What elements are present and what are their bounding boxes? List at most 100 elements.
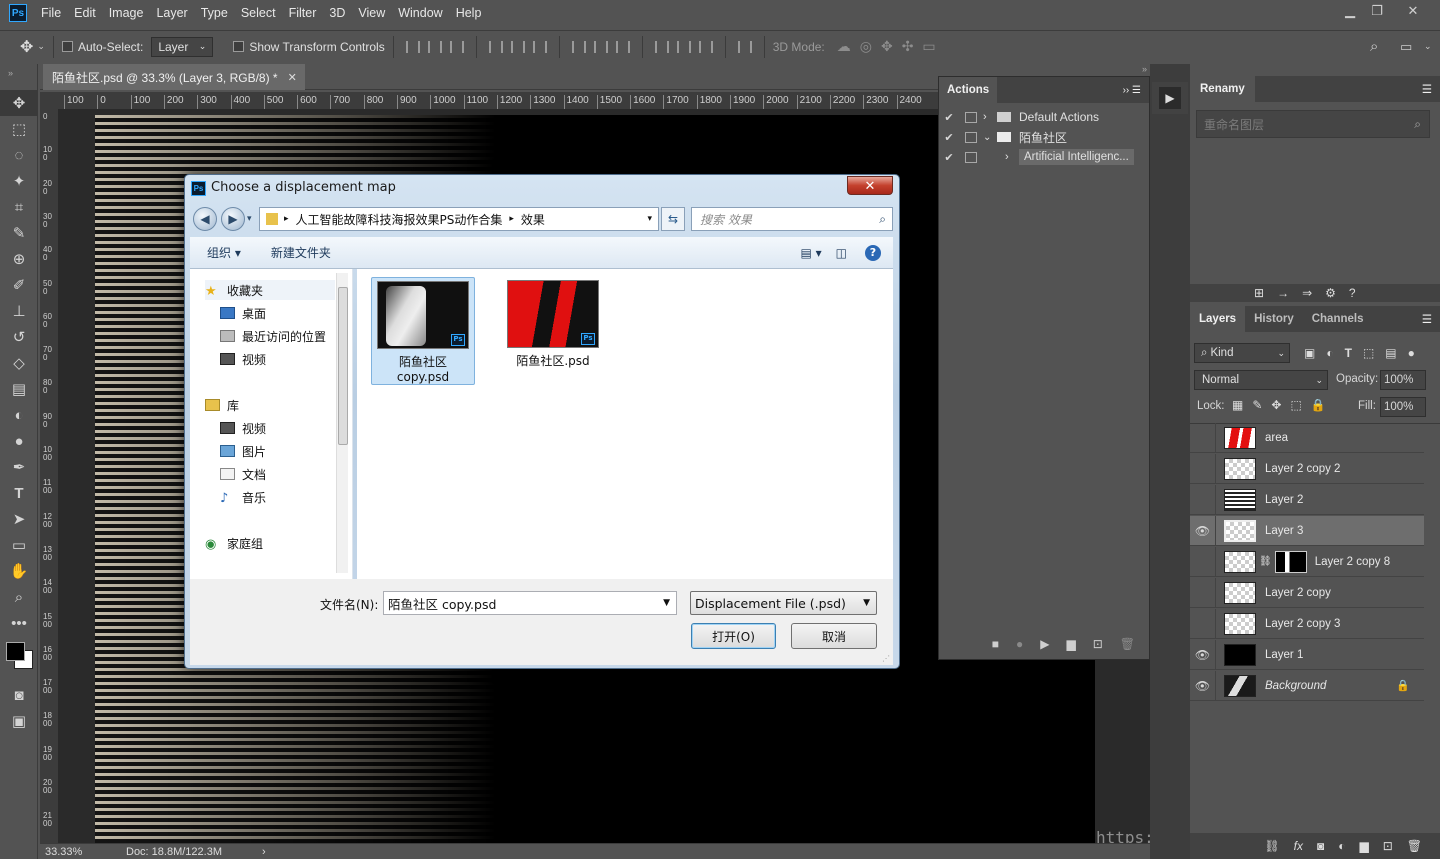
screen-mode-icon[interactable]: ▣ — [0, 708, 38, 734]
eraser-icon[interactable]: ◇ — [0, 350, 38, 376]
opacity-input[interactable]: 100% — [1380, 370, 1426, 390]
panel-menu-icon[interactable]: ›› ☰ — [1123, 85, 1141, 96]
restore-icon[interactable]: ❐ — [1362, 0, 1392, 22]
chevron-down-icon[interactable]: ⌄ — [1424, 41, 1432, 52]
layer-row-layer3[interactable]: 👁 Layer 3 — [1190, 515, 1424, 546]
breadcrumb-folder[interactable]: 人工智能故障科技海报效果PS动作合集 — [296, 211, 503, 228]
preview-pane-icon[interactable]: ◫ — [836, 246, 847, 260]
action-item-ai[interactable]: ✔ › Artificial Intelligenc... — [939, 147, 1149, 167]
menu-image[interactable]: Image — [109, 6, 144, 20]
nav-desktop[interactable]: 桌面 — [220, 303, 266, 323]
zoom-level[interactable]: 33.33% — [45, 846, 105, 858]
new-action-icon[interactable]: ⊡ — [1093, 637, 1103, 651]
view-options-icon[interactable]: ▤ ▾ — [800, 246, 821, 260]
lock-all-icon[interactable]: 🔒 — [1311, 398, 1326, 412]
hand-tool-icon[interactable]: ✋ — [0, 558, 38, 584]
chevron-right-icon[interactable]: › — [262, 846, 266, 858]
nav-favorites[interactable]: ★ 收藏夹 — [205, 280, 335, 300]
layer-filter-dropdown[interactable]: ⌕ Kind ⌄ — [1194, 343, 1290, 363]
dialog-search-input[interactable]: 搜索 效果 ⌕ — [691, 207, 893, 231]
search-icon[interactable]: ⌕ — [1370, 38, 1378, 55]
open-button[interactable]: 打开(O) — [691, 623, 776, 649]
marquee-tool-icon[interactable]: ⬚ — [0, 116, 38, 142]
distribute-left-icon[interactable] — [654, 40, 669, 53]
menu-window[interactable]: Window — [398, 6, 442, 20]
panel-menu-icon[interactable]: ☰ — [1422, 82, 1432, 96]
chevron-down-icon[interactable]: ⌄ — [37, 41, 45, 52]
chevron-down-icon[interactable]: ▼ — [663, 598, 670, 608]
blur-tool-icon[interactable]: ◐ — [0, 402, 38, 428]
distribute-right-icon[interactable] — [698, 40, 713, 53]
move-tool-icon[interactable]: ✥ — [20, 37, 33, 57]
add-mask-icon[interactable]: ◙ — [1317, 839, 1324, 853]
adjustment-filter-icon[interactable]: ◐ — [1326, 346, 1333, 360]
type-tool-icon[interactable]: T — [0, 480, 38, 506]
lock-artboard-icon[interactable]: ⬚ — [1290, 398, 1301, 412]
color-swatches[interactable] — [0, 636, 37, 682]
tab-layers[interactable]: Layers — [1190, 306, 1246, 332]
chevron-down-icon[interactable]: ▾ — [247, 213, 252, 224]
help-icon[interactable]: ? — [1349, 286, 1356, 300]
menu-view[interactable]: View — [358, 6, 385, 20]
layer-row-area[interactable]: area — [1190, 422, 1424, 453]
dialog-toggle-icon[interactable] — [965, 111, 977, 123]
help-icon[interactable]: ? — [865, 244, 881, 261]
blend-mode-dropdown[interactable]: Normal ⌄ — [1194, 370, 1328, 390]
auto-align-icon[interactable] — [737, 40, 752, 53]
nav-videos[interactable]: 视频 — [220, 349, 266, 369]
scrollbar-thumb[interactable] — [338, 287, 348, 445]
search-icon[interactable]: ⌕ — [879, 212, 886, 227]
workspace-icon[interactable]: ▭ — [1400, 39, 1412, 55]
magic-wand-icon[interactable]: ✦ — [0, 168, 38, 194]
nav-documents[interactable]: 文档 — [220, 464, 266, 484]
distribute-bottom-icon[interactable] — [615, 40, 630, 53]
visibility-toggle[interactable] — [1190, 484, 1216, 515]
nav-scrollbar[interactable] — [336, 273, 348, 573]
crop-tool-icon[interactable]: ⌗ — [0, 194, 38, 220]
align-vcenter-icon[interactable] — [427, 40, 442, 53]
menu-select[interactable]: Select — [241, 6, 276, 20]
tab-history[interactable]: History — [1245, 313, 1303, 325]
stop-icon[interactable]: ■ — [992, 637, 999, 651]
check-icon[interactable]: ✔ — [939, 131, 959, 144]
dialog-close-button[interactable]: ✕ — [847, 176, 893, 195]
new-set-icon[interactable]: ▆ — [1066, 637, 1075, 651]
pixel-filter-icon[interactable]: ▣ — [1304, 346, 1315, 360]
filetype-dropdown[interactable]: Displacement File (.psd) ▼ — [690, 591, 877, 615]
menu-help[interactable]: Help — [456, 6, 482, 20]
filename-input[interactable]: 陌鱼社区 copy.psd ▼ — [383, 591, 677, 615]
nav-library[interactable]: 库 — [205, 395, 239, 415]
menu-file[interactable]: File — [41, 6, 61, 20]
tab-renamy[interactable]: Renamy — [1190, 76, 1255, 102]
nav-music[interactable]: ♪ 音乐 — [220, 487, 266, 507]
back-button[interactable]: ◀ — [193, 207, 217, 231]
layer-row-layer2[interactable]: Layer 2 — [1190, 484, 1424, 515]
distribute-hcenter-icon[interactable] — [676, 40, 691, 53]
visibility-toggle[interactable] — [1190, 608, 1216, 639]
auto-select-checkbox[interactable] — [61, 41, 73, 52]
chevron-down-icon[interactable]: ⌄ — [983, 132, 997, 143]
check-icon[interactable]: ✔ — [939, 111, 959, 124]
eye-icon[interactable]: 👁 — [1190, 515, 1216, 546]
quick-mask-icon[interactable]: ◙ — [0, 682, 38, 708]
new-folder-button[interactable]: 新建文件夹 — [271, 244, 331, 261]
foreground-color-swatch[interactable] — [6, 642, 25, 661]
chevron-right-icon[interactable]: › — [1005, 151, 1019, 163]
align-right-icon[interactable] — [532, 40, 547, 53]
address-bar[interactable]: ▸ 人工智能故障科技海报效果PS动作合集 ▸ 效果 ▾ — [259, 207, 659, 231]
link-layers-icon[interactable]: ⛓ — [1264, 839, 1279, 853]
close-tab-icon[interactable]: ✕ — [288, 71, 297, 84]
eye-icon[interactable]: 👁 — [1190, 639, 1216, 670]
menu-layer[interactable]: Layer — [156, 6, 187, 20]
tab-actions[interactable]: Actions — [939, 77, 998, 103]
more-tools-icon[interactable]: ••• — [0, 610, 38, 636]
layer-row-layer1[interactable]: 👁 Layer 1 — [1190, 639, 1424, 670]
layer-row-layer2copy8[interactable]: ⛓ Layer 2 copy 8 — [1190, 546, 1424, 577]
visibility-toggle[interactable] — [1190, 546, 1216, 577]
move-tool-icon[interactable]: ✥ — [0, 90, 38, 116]
actions-panel-button[interactable]: ▶ — [1152, 82, 1188, 114]
layer-row-layer2copy[interactable]: Layer 2 copy — [1190, 577, 1424, 608]
menu-filter[interactable]: Filter — [289, 6, 317, 20]
breadcrumb-current[interactable]: 效果 — [521, 211, 545, 228]
menu-edit[interactable]: Edit — [74, 6, 96, 20]
